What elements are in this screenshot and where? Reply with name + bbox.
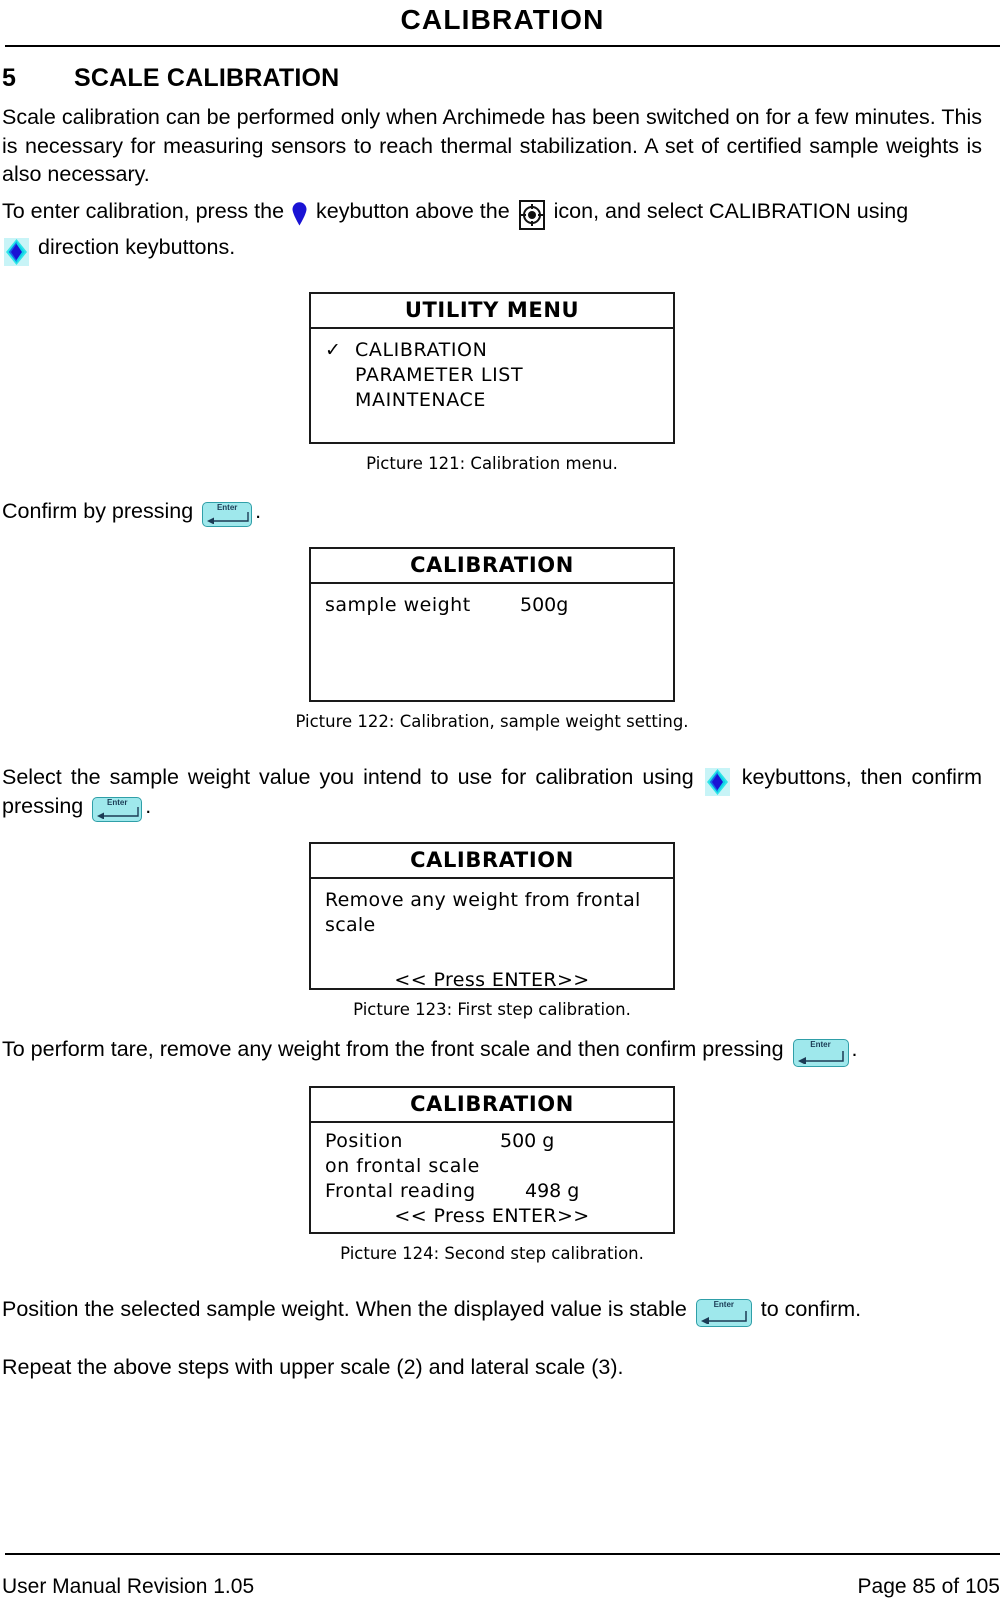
- menu-item-label: MAINTENACE: [355, 388, 486, 411]
- select-weight-period: .: [145, 793, 152, 818]
- tare-text: To perform tare, remove any weight from …: [2, 1037, 784, 1061]
- position-label: Position: [325, 1129, 403, 1152]
- footer-left-text: User Manual Revision 1.05: [2, 1575, 255, 1598]
- intro-paragraph: Scale calibration can be performed only …: [2, 105, 982, 186]
- sample-weight-value: 500g: [520, 594, 569, 616]
- menu-item-maintenance[interactable]: MAINTENACE: [325, 388, 659, 413]
- figure-calibration-sample-weight: CALIBRATION sample weight 500g Picture 1…: [2, 547, 982, 733]
- figure-utility-menu: UTILITY MENU ✓ CALIBRATION PARAMETER LIS…: [2, 291, 982, 475]
- position-weight-text-b: to confirm.: [760, 1296, 862, 1321]
- repeat-steps-paragraph: Repeat the above steps with upper scale …: [2, 1355, 624, 1379]
- document-page: CALIBRATION 5 SCALE CALIBRATION Scale ca…: [0, 0, 1005, 1607]
- figure-caption: Picture 124: Second step calibration.: [340, 1243, 644, 1263]
- page-footer: User Manual Revision 1.05 Page 85 of 105: [2, 1575, 1000, 1599]
- lcd-title: CALIBRATION: [311, 844, 673, 879]
- lcd-screen-utility-menu: UTILITY MENU ✓ CALIBRATION PARAMETER LIS…: [309, 291, 675, 444]
- confirm-pressing-text: Confirm by pressing: [2, 498, 194, 523]
- position-weight-text-a: Position the selected sample weight. Whe…: [2, 1296, 687, 1321]
- enter-calibration-paragraph: To enter calibration, press the keybutto…: [2, 197, 982, 231]
- lcd-screen-sample-weight: CALIBRATION sample weight 500g: [309, 547, 675, 702]
- menu-item-parameter-list[interactable]: PARAMETER LIST: [325, 363, 659, 388]
- lcd-screen-first-step: CALIBRATION Remove any weight from front…: [309, 842, 675, 991]
- menu-item-label: PARAMETER LIST: [355, 363, 524, 386]
- figure-first-step-calibration: CALIBRATION Remove any weight from front…: [2, 842, 982, 1021]
- select-weight-paragraph: Select the sample weight value you inten…: [2, 763, 982, 823]
- figure-caption: Picture 121: Calibration menu.: [366, 453, 618, 473]
- section-number: 5: [2, 64, 17, 92]
- section-title: SCALE CALIBRATION: [74, 64, 340, 92]
- lcd-body: ✓ CALIBRATION PARAMETER LIST MAINTENACE: [311, 329, 673, 421]
- lcd-title: CALIBRATION: [311, 549, 673, 584]
- frontal-reading-label: Frontal reading: [325, 1179, 476, 1202]
- lcd-body: Remove any weight from frontal scale << …: [311, 879, 673, 1001]
- lcd-title: UTILITY MENU: [311, 294, 673, 329]
- header-divider: [5, 45, 1000, 47]
- menu-item-label: CALIBRATION: [355, 338, 488, 361]
- checkmark-icon: ✓: [325, 338, 341, 361]
- direction-keybuttons-icon: [704, 767, 730, 796]
- lcd-title: CALIBRATION: [311, 1088, 673, 1123]
- frontal-reading-row: Frontal reading 498 g: [325, 1179, 659, 1204]
- sample-weight-label: sample weight: [325, 594, 471, 616]
- press-enter-prompt: << Press ENTER>>: [394, 969, 590, 991]
- confirm-pressing-paragraph: Confirm by pressing Enter .: [2, 497, 982, 528]
- direction-keybuttons-icon: [4, 237, 29, 266]
- target-icon: [518, 200, 545, 231]
- select-weight-text-a: Select the sample weight value you inten…: [2, 765, 694, 789]
- position-row: Position 500 g: [325, 1129, 659, 1154]
- enter-key-label: Enter: [810, 1040, 831, 1050]
- frontal-reading-value: 498 g: [525, 1179, 580, 1202]
- direction-keybuttons-paragraph: direction keybuttons.: [2, 233, 982, 266]
- page-content: 5 SCALE CALIBRATION Scale calibration ca…: [2, 64, 982, 1390]
- tare-period: .: [851, 1037, 858, 1061]
- enter-key-icon: Enter: [792, 1039, 849, 1068]
- position-line-2: on frontal scale: [325, 1154, 480, 1177]
- figure-caption: Picture 123: First step calibration.: [353, 1000, 631, 1019]
- enter-key-icon: Enter: [202, 502, 253, 528]
- figure-caption: Picture 122: Calibration, sample weight …: [295, 712, 689, 731]
- figure-second-step-calibration: CALIBRATION Position 500 g on frontal sc…: [2, 1085, 982, 1265]
- first-step-message: Remove any weight from frontal scale: [325, 889, 641, 936]
- press-enter-prompt: << Press ENTER>>: [394, 1204, 590, 1227]
- direction-keybuttons-text: direction keybuttons.: [37, 235, 236, 259]
- lcd-screen-second-step: CALIBRATION Position 500 g on frontal sc…: [309, 1085, 675, 1237]
- position-weight-paragraph: Position the selected sample weight. Whe…: [2, 1295, 982, 1327]
- section-heading: 5 SCALE CALIBRATION: [2, 64, 982, 93]
- sample-weight-row[interactable]: sample weight 500g: [325, 593, 659, 618]
- enter-calibration-text-b: keybutton above the: [316, 198, 510, 223]
- lcd-body: Position 500 g on frontal scale Frontal …: [311, 1123, 673, 1237]
- enter-key-label: Enter: [713, 1299, 735, 1309]
- confirm-pressing-period: .: [255, 498, 262, 523]
- position-value: 500 g: [500, 1129, 555, 1152]
- tare-paragraph: To perform tare, remove any weight from …: [2, 1035, 982, 1068]
- enter-calibration-text-c: icon, and select CALIBRATION using: [553, 198, 909, 223]
- menu-item-calibration[interactable]: ✓ CALIBRATION: [325, 338, 659, 363]
- down-keybutton-icon: [292, 202, 307, 226]
- enter-key-icon: Enter: [695, 1298, 752, 1327]
- lcd-body: sample weight 500g: [311, 584, 673, 626]
- enter-calibration-text-a: To enter calibration, press the: [2, 198, 285, 223]
- enter-key-icon: Enter: [92, 797, 143, 823]
- page-header: CALIBRATION: [0, 0, 1005, 50]
- header-title: CALIBRATION: [400, 4, 605, 35]
- footer-right-text: Page 85 of 105: [857, 1575, 1000, 1598]
- footer-divider: [5, 1553, 1000, 1555]
